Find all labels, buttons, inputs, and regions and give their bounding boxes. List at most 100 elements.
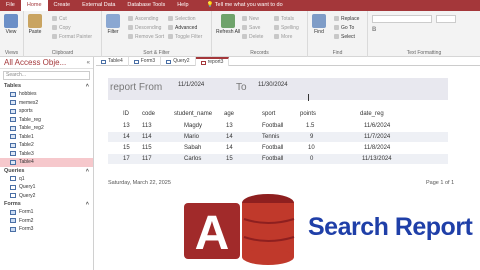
cell-student-name: Magdy <box>184 123 203 129</box>
selection-button[interactable]: Selection <box>168 15 196 22</box>
menu-external-data[interactable]: External Data <box>76 0 121 11</box>
table-row: 17 117 Carlos 15 Football 0 11/13/2024 <box>108 154 448 164</box>
tab-form3[interactable]: Form3 <box>129 57 162 66</box>
nav-item-label: Table3 <box>19 150 34 157</box>
format-buttons[interactable]: B <box>372 27 472 35</box>
cell-points: 1.5 <box>306 123 315 129</box>
nav-item-label: Table4 <box>19 159 34 165</box>
cut-button[interactable]: Cut <box>52 15 67 22</box>
nav-item-label: hobbies <box>19 91 37 97</box>
menu-database-tools[interactable]: Database Tools <box>121 0 171 11</box>
font-size-select[interactable] <box>436 15 456 23</box>
nav-item-label: Form3 <box>19 226 34 232</box>
save-record-button[interactable]: Save <box>242 24 260 31</box>
query-icon <box>10 193 16 199</box>
bold-icon[interactable]: B <box>372 27 376 33</box>
nav-item-table[interactable]: hobbies <box>0 90 93 99</box>
refresh-label: Refresh All <box>216 29 241 35</box>
nav-title: All Access Obje... <box>4 57 67 67</box>
nav-item-table[interactable]: Table1 <box>0 133 93 142</box>
goto-button[interactable]: Go To <box>334 24 354 31</box>
cell-age: 14 <box>226 134 233 140</box>
paste-button[interactable]: Paste <box>28 14 42 35</box>
records-group: Refresh All New Save Delete Totals Spell… <box>212 11 308 57</box>
nav-item-table[interactable]: memes2 <box>0 99 93 108</box>
nav-item-query[interactable]: Query1 <box>0 183 93 192</box>
remove-sort-button[interactable]: Remove Sort <box>128 33 164 40</box>
replace-button[interactable]: Replace <box>334 15 359 22</box>
advanced-button[interactable]: Advanced <box>168 24 197 31</box>
report-icon <box>200 60 206 65</box>
tell-me-search[interactable]: 💡 Tell me what you want to do <box>201 0 289 11</box>
more-button[interactable]: More <box>274 33 292 40</box>
form-icon <box>10 209 16 215</box>
copy-button[interactable]: Copy <box>52 24 71 31</box>
nav-item-table[interactable]: Table3 <box>0 150 93 159</box>
spelling-button[interactable]: Spelling <box>274 24 299 31</box>
cell-student-name: Sabah <box>184 145 202 151</box>
font-name-select[interactable] <box>372 15 432 23</box>
nav-item-label: Table2 <box>19 142 34 148</box>
nav-section-tables[interactable]: Tables ˄ <box>0 82 93 90</box>
nav-item-form[interactable]: Form3 <box>0 225 93 234</box>
navigation-pane: All Access Obje... « Search... Tables ˄ h… <box>0 57 94 270</box>
find-group: Find Replace Go To Select Find <box>308 11 368 57</box>
views-group: View Views <box>0 11 24 57</box>
nav-search-input[interactable]: Search... <box>3 71 90 80</box>
more-label: More <box>281 33 293 40</box>
menu-help[interactable]: Help <box>171 0 194 11</box>
find-button[interactable]: Find <box>312 14 326 35</box>
delete-record-button[interactable]: Delete <box>242 33 263 40</box>
delete-label: Delete <box>249 33 264 40</box>
toggle-filter-button[interactable]: Toggle Filter <box>168 33 202 40</box>
sort-descending-icon <box>128 25 133 30</box>
totals-button[interactable]: Totals <box>274 15 294 22</box>
menu-create[interactable]: Create <box>48 0 77 11</box>
forms-header-label: Forms <box>4 201 21 207</box>
refresh-all-button[interactable]: Refresh All <box>216 14 240 35</box>
descending-button[interactable]: Descending <box>128 24 161 31</box>
select-icon <box>334 34 339 39</box>
menu-file[interactable]: File <box>0 0 21 11</box>
nav-item-query[interactable]: Query2 <box>0 192 93 201</box>
spelling-label: Spelling <box>281 24 299 31</box>
nav-item-table-selected[interactable]: Table4 <box>0 158 93 167</box>
report-to-value: 11/30/2024 <box>258 82 288 88</box>
save-label: Save <box>249 24 261 31</box>
nav-section-forms[interactable]: Forms ˄ <box>0 200 93 208</box>
new-record-icon <box>242 16 247 21</box>
table-icon <box>10 159 16 165</box>
nav-section-queries[interactable]: Queries ˄ <box>0 167 93 175</box>
nav-header[interactable]: All Access Obje... « <box>0 57 93 69</box>
paste-icon <box>28 14 42 28</box>
tab-query2[interactable]: Query2 <box>161 57 196 66</box>
cell-sport: Football <box>262 145 284 151</box>
document-tabs: Table4 Form3 Query2 report3 <box>96 57 480 66</box>
chevron-left-icon[interactable]: « <box>87 57 90 69</box>
toggle-filter-icon <box>168 34 173 39</box>
format-painter-button[interactable]: Format Painter <box>52 33 92 40</box>
nav-item-form[interactable]: Form2 <box>0 217 93 226</box>
table-icon <box>10 117 16 123</box>
filter-button[interactable]: Filter <box>106 14 120 35</box>
nav-item-label: Table1 <box>19 133 34 140</box>
nav-item-form[interactable]: Form1 <box>0 208 93 217</box>
select-button[interactable]: Select <box>334 33 355 40</box>
menu-home[interactable]: Home <box>20 0 48 11</box>
new-record-button[interactable]: New <box>242 15 259 22</box>
nav-item-table[interactable]: Table2 <box>0 141 93 150</box>
logo-letter: A <box>195 207 230 260</box>
nav-item-table[interactable]: sports <box>0 107 93 116</box>
spelling-icon <box>274 25 279 30</box>
nav-item-query[interactable]: q1 <box>0 175 93 184</box>
cell-student-name: Carlos <box>184 156 202 162</box>
tab-table4[interactable]: Table4 <box>96 57 129 66</box>
tab-report3[interactable]: report3 <box>195 57 230 66</box>
report-header: report From 11/1/2024 To 11/30/2024 <box>108 78 448 100</box>
view-button[interactable]: View <box>4 14 18 35</box>
tab-label: Table4 <box>108 58 123 64</box>
ascending-button[interactable]: Ascending <box>128 15 158 22</box>
nav-item-table[interactable]: Table_reg <box>0 116 93 125</box>
nav-item-table[interactable]: Table_reg2 <box>0 124 93 133</box>
table-icon <box>10 142 16 148</box>
